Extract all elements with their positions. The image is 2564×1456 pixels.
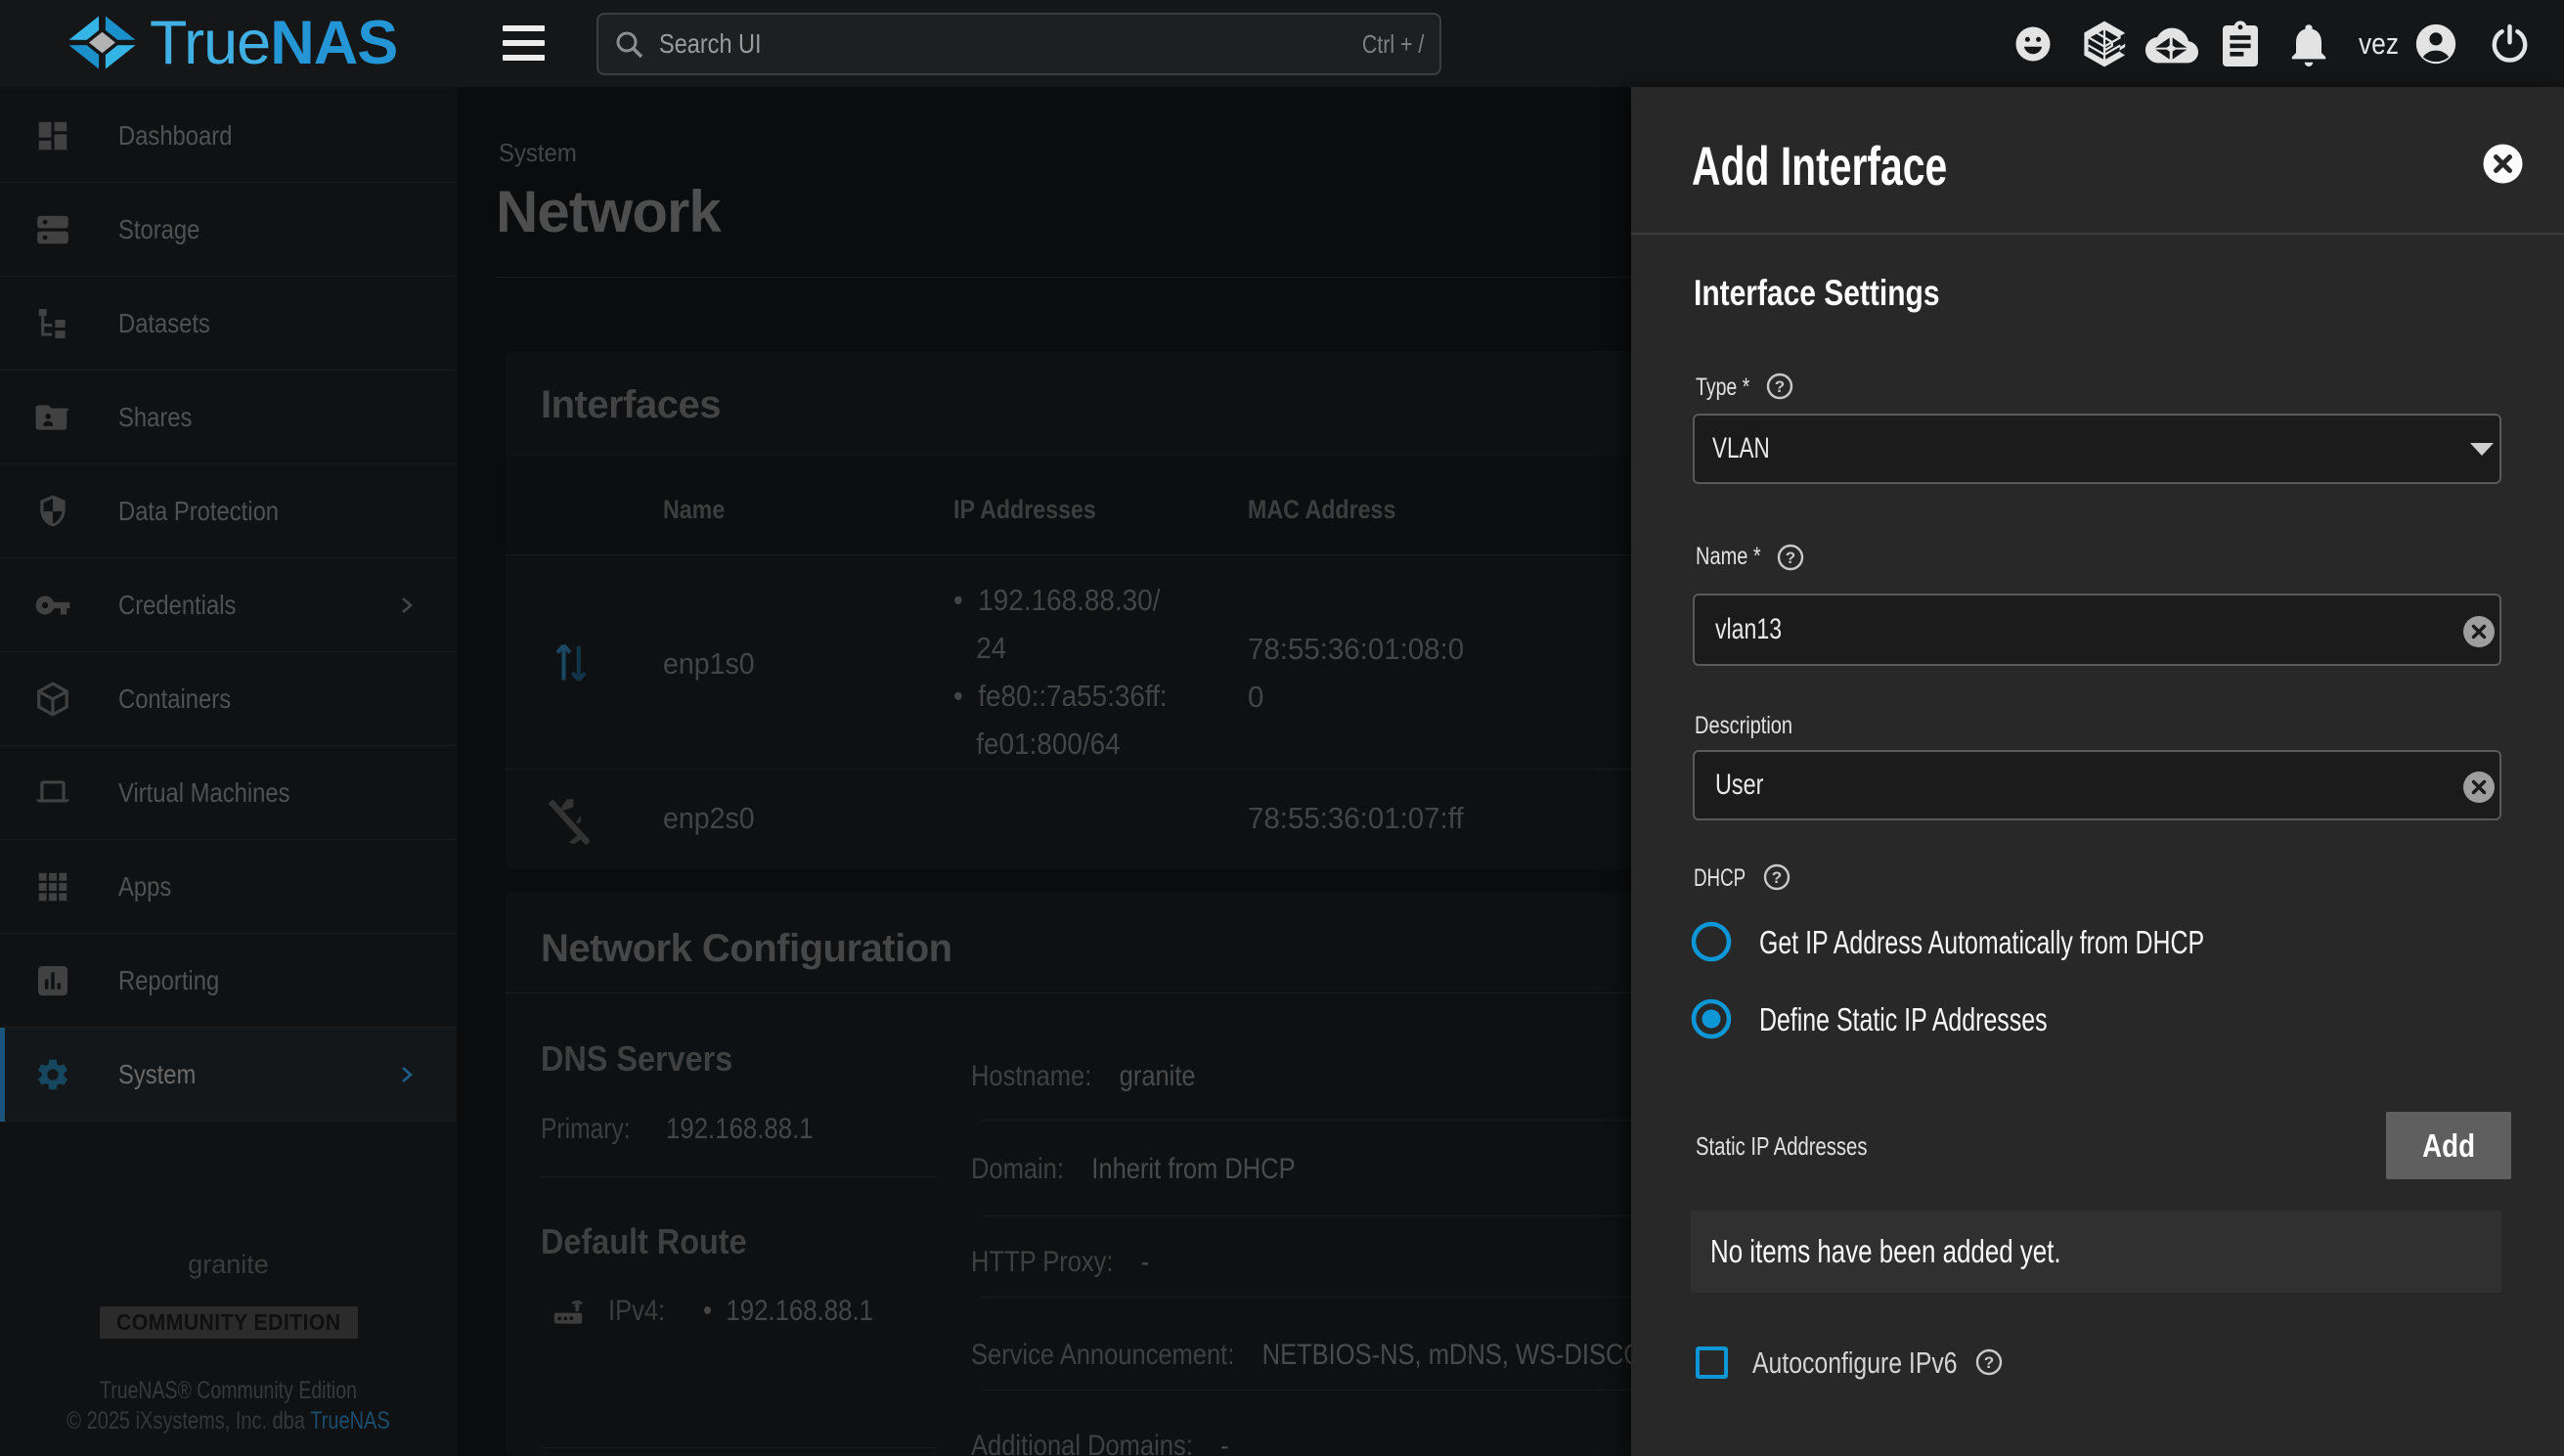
svg-text:?: ? (1786, 549, 1795, 567)
svg-text:?: ? (1984, 1353, 1994, 1372)
svg-text:?: ? (1772, 868, 1782, 887)
svg-text:?: ? (1775, 377, 1785, 396)
